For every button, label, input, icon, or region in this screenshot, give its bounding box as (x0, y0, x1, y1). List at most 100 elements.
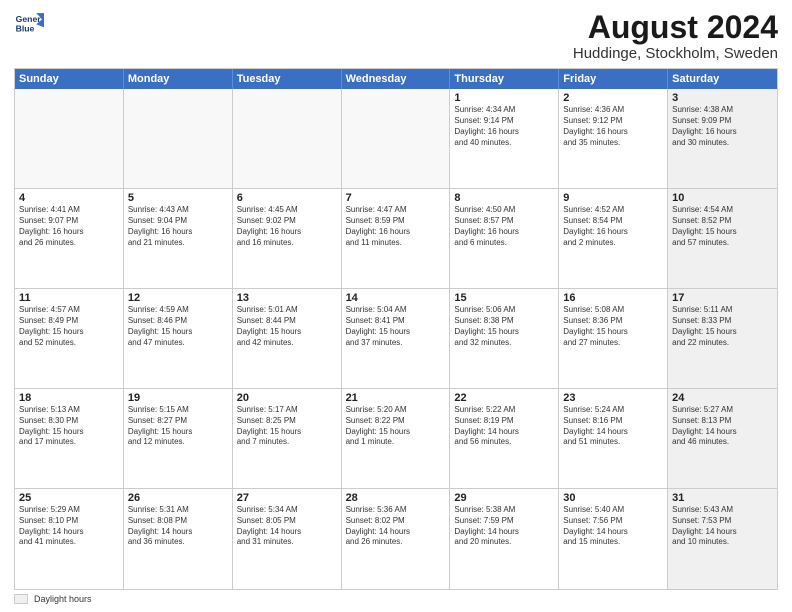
day-info: Sunrise: 5:27 AM Sunset: 8:13 PM Dayligh… (672, 405, 773, 448)
day-info: Sunrise: 4:36 AM Sunset: 9:12 PM Dayligh… (563, 105, 663, 148)
calendar-cell: 21Sunrise: 5:20 AM Sunset: 8:22 PM Dayli… (342, 389, 451, 488)
weekday-header: Saturday (668, 69, 777, 89)
legend: Daylight hours (14, 594, 778, 604)
day-number: 26 (128, 492, 228, 504)
page-title: August 2024 (573, 10, 778, 45)
calendar-cell: 12Sunrise: 4:59 AM Sunset: 8:46 PM Dayli… (124, 289, 233, 388)
calendar-cell: 27Sunrise: 5:34 AM Sunset: 8:05 PM Dayli… (233, 489, 342, 589)
calendar-cell: 3Sunrise: 4:38 AM Sunset: 9:09 PM Daylig… (668, 89, 777, 188)
day-info: Sunrise: 5:15 AM Sunset: 8:27 PM Dayligh… (128, 405, 228, 448)
calendar-week: 18Sunrise: 5:13 AM Sunset: 8:30 PM Dayli… (15, 389, 777, 489)
day-info: Sunrise: 5:36 AM Sunset: 8:02 PM Dayligh… (346, 505, 446, 548)
calendar-cell (233, 89, 342, 188)
calendar-cell: 4Sunrise: 4:41 AM Sunset: 9:07 PM Daylig… (15, 189, 124, 288)
day-number: 20 (237, 392, 337, 404)
day-number: 15 (454, 292, 554, 304)
calendar-cell: 28Sunrise: 5:36 AM Sunset: 8:02 PM Dayli… (342, 489, 451, 589)
calendar-cell: 2Sunrise: 4:36 AM Sunset: 9:12 PM Daylig… (559, 89, 668, 188)
calendar: SundayMondayTuesdayWednesdayThursdayFrid… (14, 68, 778, 590)
day-info: Sunrise: 4:41 AM Sunset: 9:07 PM Dayligh… (19, 205, 119, 248)
day-info: Sunrise: 5:17 AM Sunset: 8:25 PM Dayligh… (237, 405, 337, 448)
day-info: Sunrise: 5:29 AM Sunset: 8:10 PM Dayligh… (19, 505, 119, 548)
day-info: Sunrise: 5:34 AM Sunset: 8:05 PM Dayligh… (237, 505, 337, 548)
day-number: 9 (563, 192, 663, 204)
day-info: Sunrise: 4:38 AM Sunset: 9:09 PM Dayligh… (672, 105, 773, 148)
day-number: 3 (672, 92, 773, 104)
day-info: Sunrise: 4:57 AM Sunset: 8:49 PM Dayligh… (19, 305, 119, 348)
day-number: 31 (672, 492, 773, 504)
day-number: 19 (128, 392, 228, 404)
calendar-cell: 8Sunrise: 4:50 AM Sunset: 8:57 PM Daylig… (450, 189, 559, 288)
day-info: Sunrise: 5:20 AM Sunset: 8:22 PM Dayligh… (346, 405, 446, 448)
calendar-cell: 1Sunrise: 4:34 AM Sunset: 9:14 PM Daylig… (450, 89, 559, 188)
day-info: Sunrise: 4:43 AM Sunset: 9:04 PM Dayligh… (128, 205, 228, 248)
day-number: 21 (346, 392, 446, 404)
calendar-cell: 23Sunrise: 5:24 AM Sunset: 8:16 PM Dayli… (559, 389, 668, 488)
calendar-cell (15, 89, 124, 188)
legend-label: Daylight hours (34, 594, 92, 604)
day-number: 16 (563, 292, 663, 304)
calendar-cell: 15Sunrise: 5:06 AM Sunset: 8:38 PM Dayli… (450, 289, 559, 388)
calendar-cell: 10Sunrise: 4:54 AM Sunset: 8:52 PM Dayli… (668, 189, 777, 288)
day-number: 5 (128, 192, 228, 204)
day-number: 4 (19, 192, 119, 204)
calendar-week: 1Sunrise: 4:34 AM Sunset: 9:14 PM Daylig… (15, 89, 777, 189)
calendar-cell: 26Sunrise: 5:31 AM Sunset: 8:08 PM Dayli… (124, 489, 233, 589)
calendar-cell (124, 89, 233, 188)
calendar-week: 25Sunrise: 5:29 AM Sunset: 8:10 PM Dayli… (15, 489, 777, 589)
day-info: Sunrise: 5:04 AM Sunset: 8:41 PM Dayligh… (346, 305, 446, 348)
logo-icon: General Blue (14, 10, 44, 40)
day-info: Sunrise: 4:59 AM Sunset: 8:46 PM Dayligh… (128, 305, 228, 348)
day-number: 18 (19, 392, 119, 404)
day-number: 6 (237, 192, 337, 204)
calendar-cell: 19Sunrise: 5:15 AM Sunset: 8:27 PM Dayli… (124, 389, 233, 488)
calendar-cell: 25Sunrise: 5:29 AM Sunset: 8:10 PM Dayli… (15, 489, 124, 589)
day-number: 29 (454, 492, 554, 504)
day-info: Sunrise: 5:40 AM Sunset: 7:56 PM Dayligh… (563, 505, 663, 548)
day-number: 8 (454, 192, 554, 204)
day-info: Sunrise: 5:13 AM Sunset: 8:30 PM Dayligh… (19, 405, 119, 448)
calendar-cell: 18Sunrise: 5:13 AM Sunset: 8:30 PM Dayli… (15, 389, 124, 488)
calendar-cell: 9Sunrise: 4:52 AM Sunset: 8:54 PM Daylig… (559, 189, 668, 288)
day-number: 1 (454, 92, 554, 104)
day-number: 11 (19, 292, 119, 304)
calendar-cell: 14Sunrise: 5:04 AM Sunset: 8:41 PM Dayli… (342, 289, 451, 388)
day-number: 17 (672, 292, 773, 304)
day-number: 28 (346, 492, 446, 504)
title-block: August 2024 Huddinge, Stockholm, Sweden (573, 10, 778, 62)
day-info: Sunrise: 5:11 AM Sunset: 8:33 PM Dayligh… (672, 305, 773, 348)
calendar-cell (342, 89, 451, 188)
day-info: Sunrise: 4:52 AM Sunset: 8:54 PM Dayligh… (563, 205, 663, 248)
calendar-cell: 17Sunrise: 5:11 AM Sunset: 8:33 PM Dayli… (668, 289, 777, 388)
day-number: 30 (563, 492, 663, 504)
day-number: 24 (672, 392, 773, 404)
day-info: Sunrise: 5:06 AM Sunset: 8:38 PM Dayligh… (454, 305, 554, 348)
day-info: Sunrise: 5:22 AM Sunset: 8:19 PM Dayligh… (454, 405, 554, 448)
day-info: Sunrise: 4:47 AM Sunset: 8:59 PM Dayligh… (346, 205, 446, 248)
calendar-cell: 24Sunrise: 5:27 AM Sunset: 8:13 PM Dayli… (668, 389, 777, 488)
weekday-header: Wednesday (342, 69, 451, 89)
day-number: 23 (563, 392, 663, 404)
day-info: Sunrise: 5:08 AM Sunset: 8:36 PM Dayligh… (563, 305, 663, 348)
calendar-cell: 7Sunrise: 4:47 AM Sunset: 8:59 PM Daylig… (342, 189, 451, 288)
day-number: 7 (346, 192, 446, 204)
calendar-cell: 20Sunrise: 5:17 AM Sunset: 8:25 PM Dayli… (233, 389, 342, 488)
day-info: Sunrise: 5:31 AM Sunset: 8:08 PM Dayligh… (128, 505, 228, 548)
day-info: Sunrise: 4:54 AM Sunset: 8:52 PM Dayligh… (672, 205, 773, 248)
weekday-header: Tuesday (233, 69, 342, 89)
weekday-header: Friday (559, 69, 668, 89)
weekday-header: Thursday (450, 69, 559, 89)
day-number: 14 (346, 292, 446, 304)
calendar-body: 1Sunrise: 4:34 AM Sunset: 9:14 PM Daylig… (15, 89, 777, 589)
weekday-header: Sunday (15, 69, 124, 89)
calendar-cell: 5Sunrise: 4:43 AM Sunset: 9:04 PM Daylig… (124, 189, 233, 288)
svg-text:Blue: Blue (16, 23, 35, 33)
calendar-cell: 11Sunrise: 4:57 AM Sunset: 8:49 PM Dayli… (15, 289, 124, 388)
day-number: 13 (237, 292, 337, 304)
calendar-week: 4Sunrise: 4:41 AM Sunset: 9:07 PM Daylig… (15, 189, 777, 289)
calendar-cell: 13Sunrise: 5:01 AM Sunset: 8:44 PM Dayli… (233, 289, 342, 388)
day-number: 2 (563, 92, 663, 104)
page-subtitle: Huddinge, Stockholm, Sweden (573, 45, 778, 62)
day-info: Sunrise: 5:43 AM Sunset: 7:53 PM Dayligh… (672, 505, 773, 548)
calendar-cell: 16Sunrise: 5:08 AM Sunset: 8:36 PM Dayli… (559, 289, 668, 388)
